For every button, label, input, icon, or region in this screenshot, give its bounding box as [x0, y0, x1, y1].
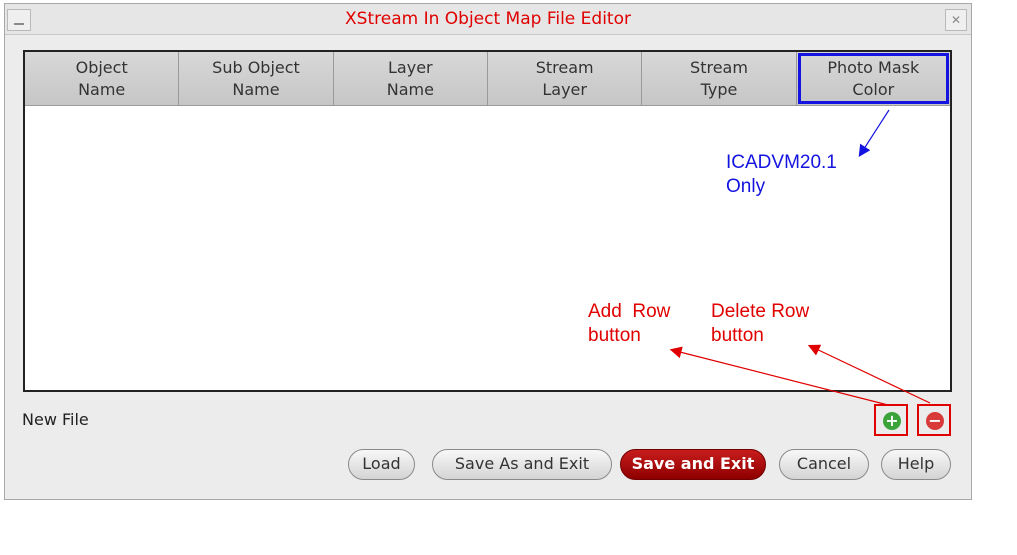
delete-row-arrow	[807, 344, 931, 404]
annotation-arrows	[669, 109, 931, 406]
add-row-arrow	[669, 346, 889, 406]
icadvm-arrow	[858, 109, 890, 158]
